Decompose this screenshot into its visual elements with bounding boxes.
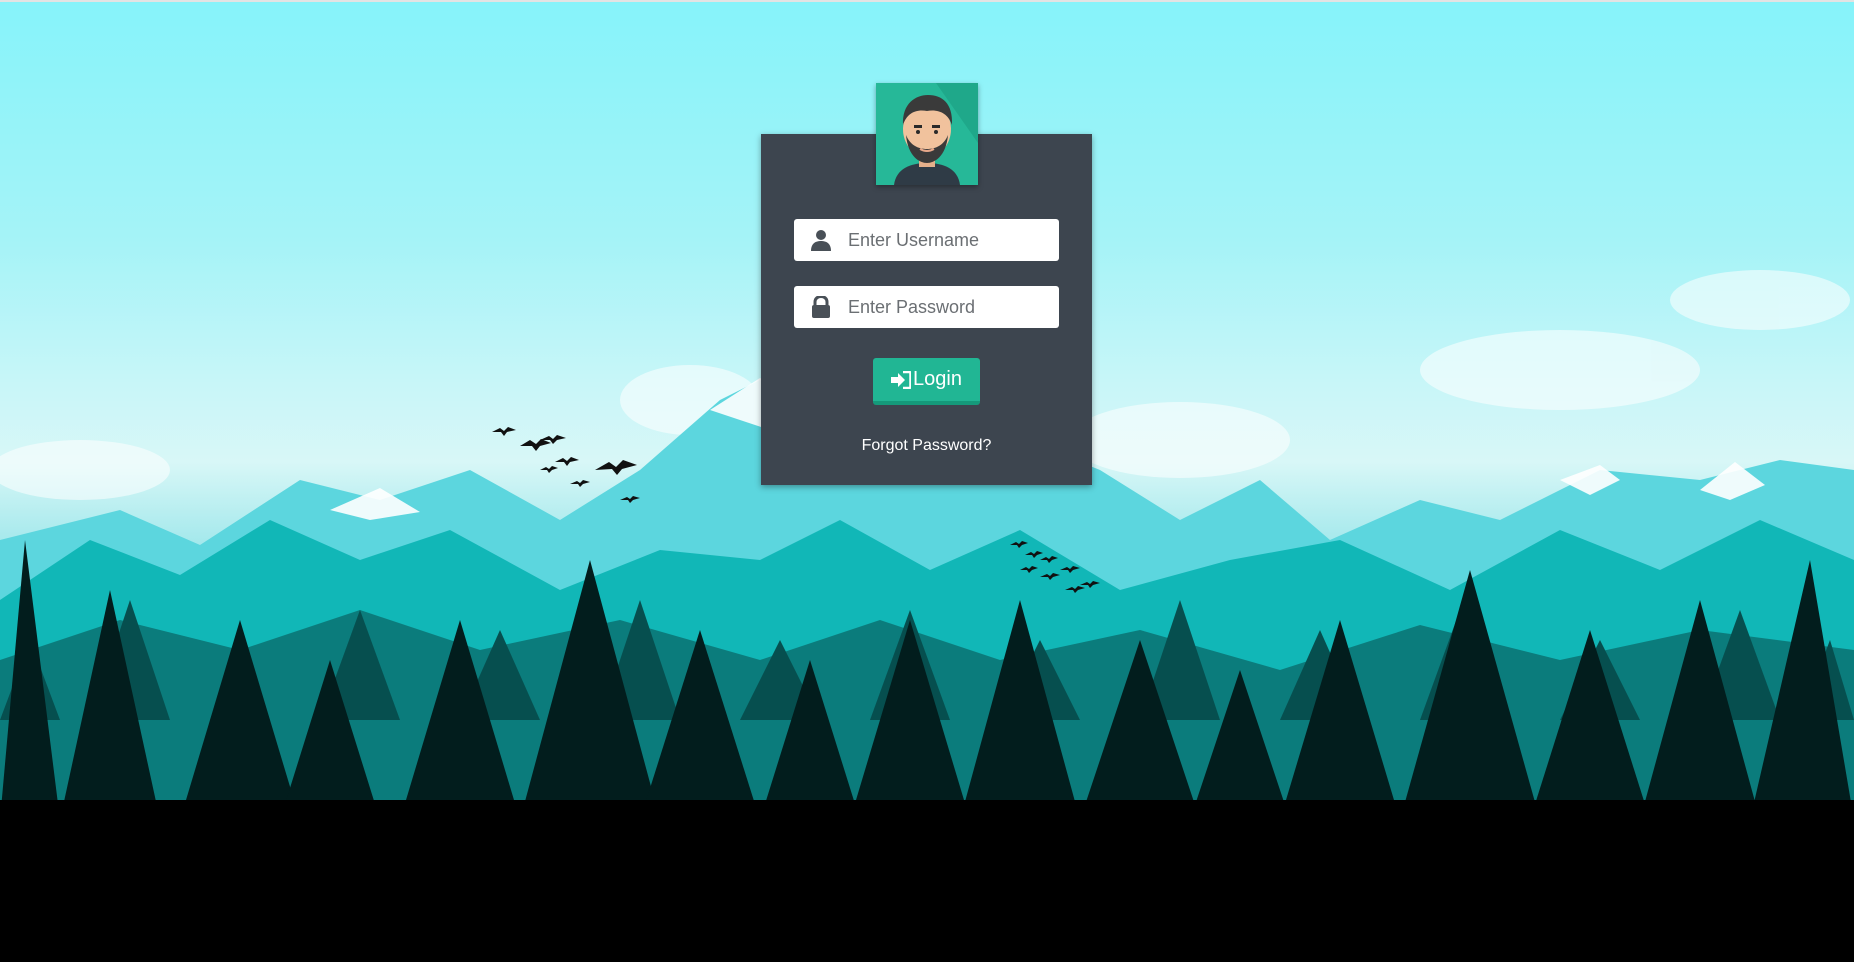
username-field[interactable]	[794, 219, 1059, 261]
password-field[interactable]	[794, 286, 1059, 328]
user-avatar-illustration	[894, 83, 978, 185]
login-button[interactable]: Login	[873, 358, 980, 405]
login-button-label: Login	[913, 368, 962, 390]
user-icon	[794, 219, 848, 261]
background-scene: Login Forgot Password?	[0, 0, 1854, 962]
password-input[interactable]	[848, 296, 1048, 318]
sign-in-icon	[891, 370, 912, 389]
forgot-password-link[interactable]: Forgot Password?	[761, 437, 1092, 455]
username-input[interactable]	[848, 229, 1048, 251]
lock-icon	[794, 286, 848, 328]
avatar	[876, 83, 978, 185]
